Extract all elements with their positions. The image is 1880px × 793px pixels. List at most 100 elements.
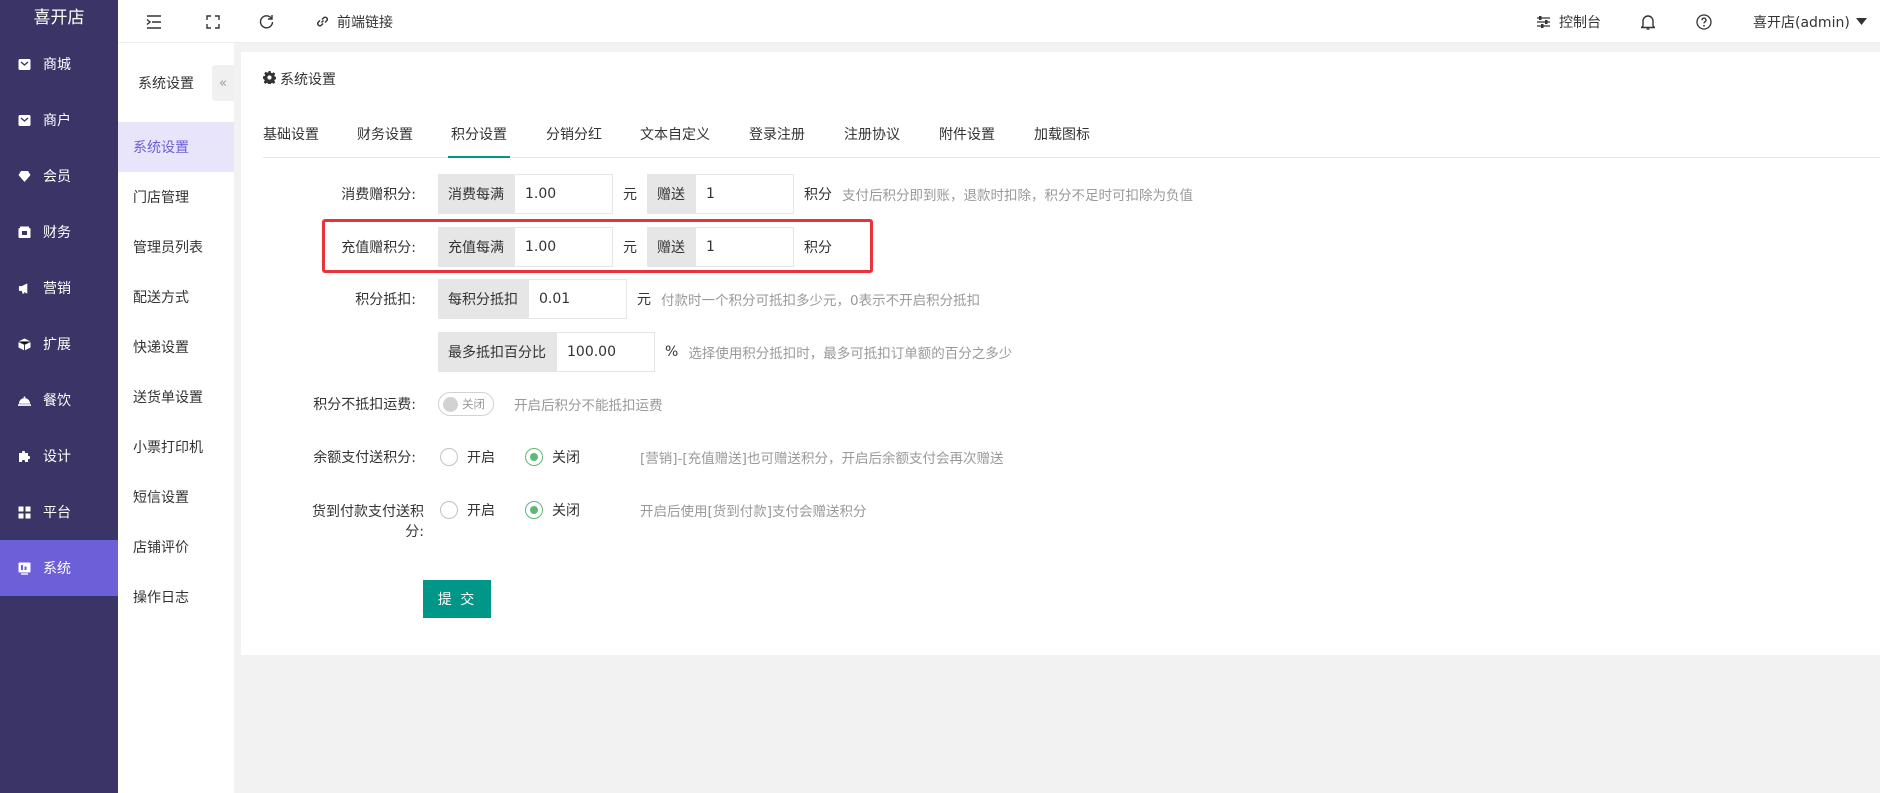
user-name: 喜开店(admin) xyxy=(1753,14,1850,31)
cod-pay-label-line1: 货到付款支付送积 xyxy=(312,504,424,520)
help-icon[interactable] xyxy=(1696,0,1712,43)
member-icon xyxy=(18,170,31,183)
consume-prefix: 消费每满 xyxy=(438,174,514,214)
cod-pay-label-line2: 分: xyxy=(405,524,424,540)
sidebar-item-8[interactable]: 平台 xyxy=(0,484,118,540)
consume-unit-points: 积分 xyxy=(804,187,832,203)
max-percent-prefix: 最多抵扣百分比 xyxy=(438,332,556,372)
tab-2[interactable]: 积分设置 xyxy=(448,117,510,158)
main-sidebar: 喜开店 商城商户会员财务营销扩展餐饮设计平台 系统 xyxy=(0,0,118,793)
sidebar-item-label: 设计 xyxy=(43,449,71,465)
balance-pay-on-label: 开启 xyxy=(467,450,495,466)
consume-points-input[interactable] xyxy=(695,174,794,214)
console-label: 控制台 xyxy=(1559,14,1601,31)
consume-amount-input[interactable] xyxy=(514,174,613,214)
subnav-item-9[interactable]: 操作日志 xyxy=(118,572,234,622)
refresh-icon[interactable] xyxy=(259,0,274,43)
sidebar-item-7[interactable]: 设计 xyxy=(0,428,118,484)
cod-pay-radio-on[interactable]: 开启 xyxy=(440,500,495,520)
consume-points-row: 消费赠积分: 消费每满 元 赠送 积分 支付后积分即到账，退款时扣除，积分不足时… xyxy=(241,174,1880,214)
subnav-title: 系统设置 xyxy=(138,75,194,92)
sidebar-item-1[interactable]: 商户 xyxy=(0,92,118,148)
radio-circle xyxy=(440,501,458,519)
cod-pay-radio-off[interactable]: 关闭 xyxy=(525,500,580,520)
subnav-item-8[interactable]: 店铺评价 xyxy=(118,522,234,572)
tab-8[interactable]: 加载图标 xyxy=(1034,117,1090,158)
balance-pay-radio-on[interactable]: 开启 xyxy=(440,447,495,467)
card-title: 系统设置 xyxy=(280,72,336,88)
sidebar-item-0[interactable]: 商城 xyxy=(0,36,118,92)
settings-tabs: 基础设置 财务设置 积分设置 分销分红 文本自定义 登录注册 注册协议 附件设置 加载图标 xyxy=(263,117,1880,158)
subnav-item-0[interactable]: 系统设置 xyxy=(118,122,234,172)
frontend-link-button[interactable]: 前端链接 xyxy=(315,0,393,43)
balance-pay-row: 余额支付送积分: 开启 关闭 [营销]-[充值赠送]也可赠送积分，开启后余额支付… xyxy=(241,437,1880,477)
tab-5[interactable]: 登录注册 xyxy=(749,117,805,158)
subnav-item-7[interactable]: 短信设置 xyxy=(118,472,234,522)
sidebar-item-5[interactable]: 扩展 xyxy=(0,316,118,372)
tab-1[interactable]: 财务设置 xyxy=(357,117,413,158)
balance-pay-radio-off[interactable]: 关闭 xyxy=(525,447,580,467)
balance-pay-off-label: 关闭 xyxy=(552,450,580,466)
no-freight-tip: 开启后积分不能抵扣运费 xyxy=(514,398,663,414)
points-deduct-label: 积分抵扣: xyxy=(355,292,416,308)
sidebar-item-4[interactable]: 营销 xyxy=(0,260,118,316)
fullscreen-icon[interactable] xyxy=(206,0,220,43)
card-header: 系统设置 xyxy=(263,69,336,89)
settings-card: 系统设置 基础设置 财务设置 积分设置 分销分红 文本自定义 登录注册 注册协议 附件设置 加载… xyxy=(241,52,1880,655)
finance-icon xyxy=(18,226,31,239)
sidebar-item-label: 营销 xyxy=(43,281,71,297)
radio-circle-checked xyxy=(525,448,543,466)
sidebar-item-9[interactable]: 系统 xyxy=(0,540,118,596)
console-button[interactable]: 控制台 xyxy=(1536,0,1601,43)
consume-give-label: 赠送 xyxy=(647,174,695,214)
frontend-link-label: 前端链接 xyxy=(337,14,393,31)
no-freight-row: 积分不抵扣运费: 关闭 开启后积分不能抵扣运费 xyxy=(241,384,1880,424)
merchant-icon xyxy=(18,114,31,127)
max-percent-input[interactable] xyxy=(556,332,655,372)
submit-button[interactable]: 提 交 xyxy=(423,580,491,618)
cod-pay-off-label: 关闭 xyxy=(552,503,580,519)
caret-down-icon xyxy=(1855,18,1867,25)
menu-toggle-icon[interactable] xyxy=(146,0,162,43)
sidebar-item-2[interactable]: 会员 xyxy=(0,148,118,204)
user-menu[interactable]: 喜开店(admin) xyxy=(1753,0,1867,43)
consume-points-label: 消费赠积分: xyxy=(341,187,416,203)
balance-pay-tip: [营销]-[充值赠送]也可赠送积分，开启后余额支付会再次赠送 xyxy=(640,451,1004,467)
deduct-value-input[interactable] xyxy=(528,279,627,319)
cod-pay-row: 货到付款支付送积 分: 开启 关闭 开启后使用[货到付款]支付会赠送积分 xyxy=(241,490,1880,540)
no-freight-switch[interactable]: 关闭 xyxy=(438,392,494,416)
bell-icon[interactable] xyxy=(1641,0,1655,43)
tab-4[interactable]: 文本自定义 xyxy=(640,117,710,158)
tab-6[interactable]: 注册协议 xyxy=(844,117,900,158)
cod-pay-label: 货到付款支付送积 分: xyxy=(241,502,424,542)
subnav-item-3[interactable]: 配送方式 xyxy=(118,272,234,322)
tab-7[interactable]: 附件设置 xyxy=(939,117,995,158)
max-percent-unit: % xyxy=(665,344,679,360)
sliders-icon xyxy=(1536,15,1551,29)
collapse-button[interactable]: « xyxy=(212,65,234,101)
sidebar-item-6[interactable]: 餐饮 xyxy=(0,372,118,428)
subnav-header: 系统设置 « xyxy=(118,43,234,122)
no-freight-switch-text: 关闭 xyxy=(462,397,485,411)
subnav-item-2[interactable]: 管理员列表 xyxy=(118,222,234,272)
cod-pay-on-label: 开启 xyxy=(467,503,495,519)
max-percent-row: 最多抵扣百分比 % 选择使用积分抵扣时，最多可抵扣订单额的百分之多少 xyxy=(241,332,1880,372)
sidebar-item-label: 餐饮 xyxy=(43,393,71,409)
radio-circle xyxy=(440,448,458,466)
subnav-item-5[interactable]: 送货单设置 xyxy=(118,372,234,422)
tab-0[interactable]: 基础设置 xyxy=(263,117,319,158)
sidebar-item-label: 商城 xyxy=(43,57,71,73)
subnav-item-4[interactable]: 快递设置 xyxy=(118,322,234,372)
sidebar-item-label: 财务 xyxy=(43,225,71,241)
sidebar-item-3[interactable]: 财务 xyxy=(0,204,118,260)
subnav-item-6[interactable]: 小票打印机 xyxy=(118,422,234,472)
switch-knob xyxy=(443,396,458,412)
tab-3[interactable]: 分销分红 xyxy=(546,117,602,158)
subnav-item-1[interactable]: 门店管理 xyxy=(118,172,234,222)
megaphone-icon xyxy=(18,282,31,295)
grid-icon xyxy=(18,506,31,519)
balance-pay-label: 余额支付送积分: xyxy=(313,450,416,466)
sidebar-item-label: 会员 xyxy=(43,169,71,185)
deduct-unit: 元 xyxy=(637,292,651,308)
app-logo[interactable]: 喜开店 xyxy=(0,0,118,36)
